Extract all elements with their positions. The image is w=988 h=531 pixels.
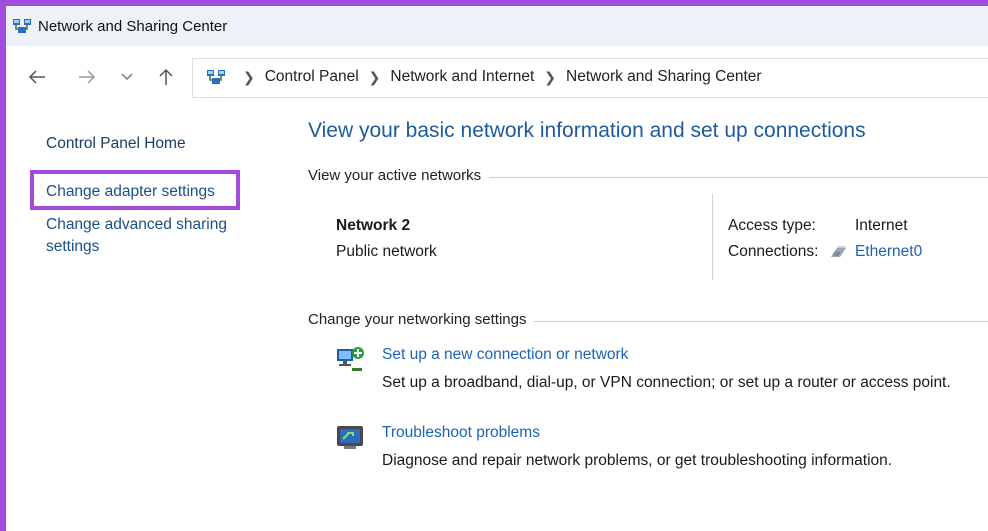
title-bar: Network and Sharing Center <box>6 6 988 46</box>
breadcrumb-control-panel[interactable]: Control Panel <box>265 68 359 86</box>
connections-label: Connections: <box>728 243 819 260</box>
breadcrumb: ❯ Control Panel ❯ Network and Internet ❯… <box>233 68 762 86</box>
new-connection-icon <box>337 347 364 371</box>
network-center-icon <box>207 70 225 84</box>
breadcrumb-separator-icon[interactable]: ❯ <box>369 69 381 86</box>
breadcrumb-network-and-internet[interactable]: Network and Internet <box>390 68 534 86</box>
control-panel-home-link[interactable]: Control Panel Home <box>46 135 186 153</box>
forward-button[interactable] <box>71 62 103 92</box>
breadcrumb-separator-icon[interactable]: ❯ <box>544 69 556 86</box>
recent-locations-button[interactable] <box>111 62 143 92</box>
window-title: Network and Sharing Center <box>38 18 228 35</box>
troubleshoot-problems-link[interactable]: Troubleshoot problems <box>382 424 540 442</box>
navigation-bar: ❯ Control Panel ❯ Network and Internet ❯… <box>6 46 988 110</box>
setup-connection-description: Set up a broadband, dial-up, or VPN conn… <box>382 374 951 391</box>
chevron-down-icon <box>121 73 133 81</box>
ethernet-connection-link[interactable]: Ethernet0 <box>855 243 922 261</box>
network-type: Public network <box>336 243 437 260</box>
breadcrumb-network-and-sharing-center[interactable]: Network and Sharing Center <box>566 68 762 86</box>
breadcrumb-separator-icon[interactable]: ❯ <box>243 69 255 86</box>
troubleshoot-icon <box>337 426 363 449</box>
change-networking-label: Change your networking settings <box>308 311 535 328</box>
up-button[interactable] <box>150 62 182 92</box>
arrow-left-icon <box>28 70 45 84</box>
access-type-value: Internet <box>855 217 908 234</box>
active-networks-label: View your active networks <box>308 167 490 184</box>
address-bar[interactable]: ❯ Control Panel ❯ Network and Internet ❯… <box>192 58 988 98</box>
highlight-box <box>30 170 240 210</box>
arrow-up-icon <box>159 68 173 85</box>
setup-connection-link[interactable]: Set up a new connection or network <box>382 346 628 364</box>
troubleshoot-problems-description: Diagnose and repair network problems, or… <box>382 452 893 469</box>
network-name: Network 2 <box>336 217 411 234</box>
page-title: View your basic network information and … <box>308 119 866 142</box>
vertical-divider <box>712 194 713 280</box>
access-type-label: Access type: <box>728 217 816 234</box>
back-button[interactable] <box>21 62 53 92</box>
arrow-right-icon <box>79 70 96 84</box>
change-advanced-sharing-link[interactable]: Change advanced sharing <box>46 216 227 234</box>
network-center-icon <box>13 19 31 33</box>
ethernet-icon <box>831 246 846 257</box>
main-content: View your basic network information and … <box>296 110 988 531</box>
change-advanced-sharing-link-line2[interactable]: settings <box>46 238 99 256</box>
